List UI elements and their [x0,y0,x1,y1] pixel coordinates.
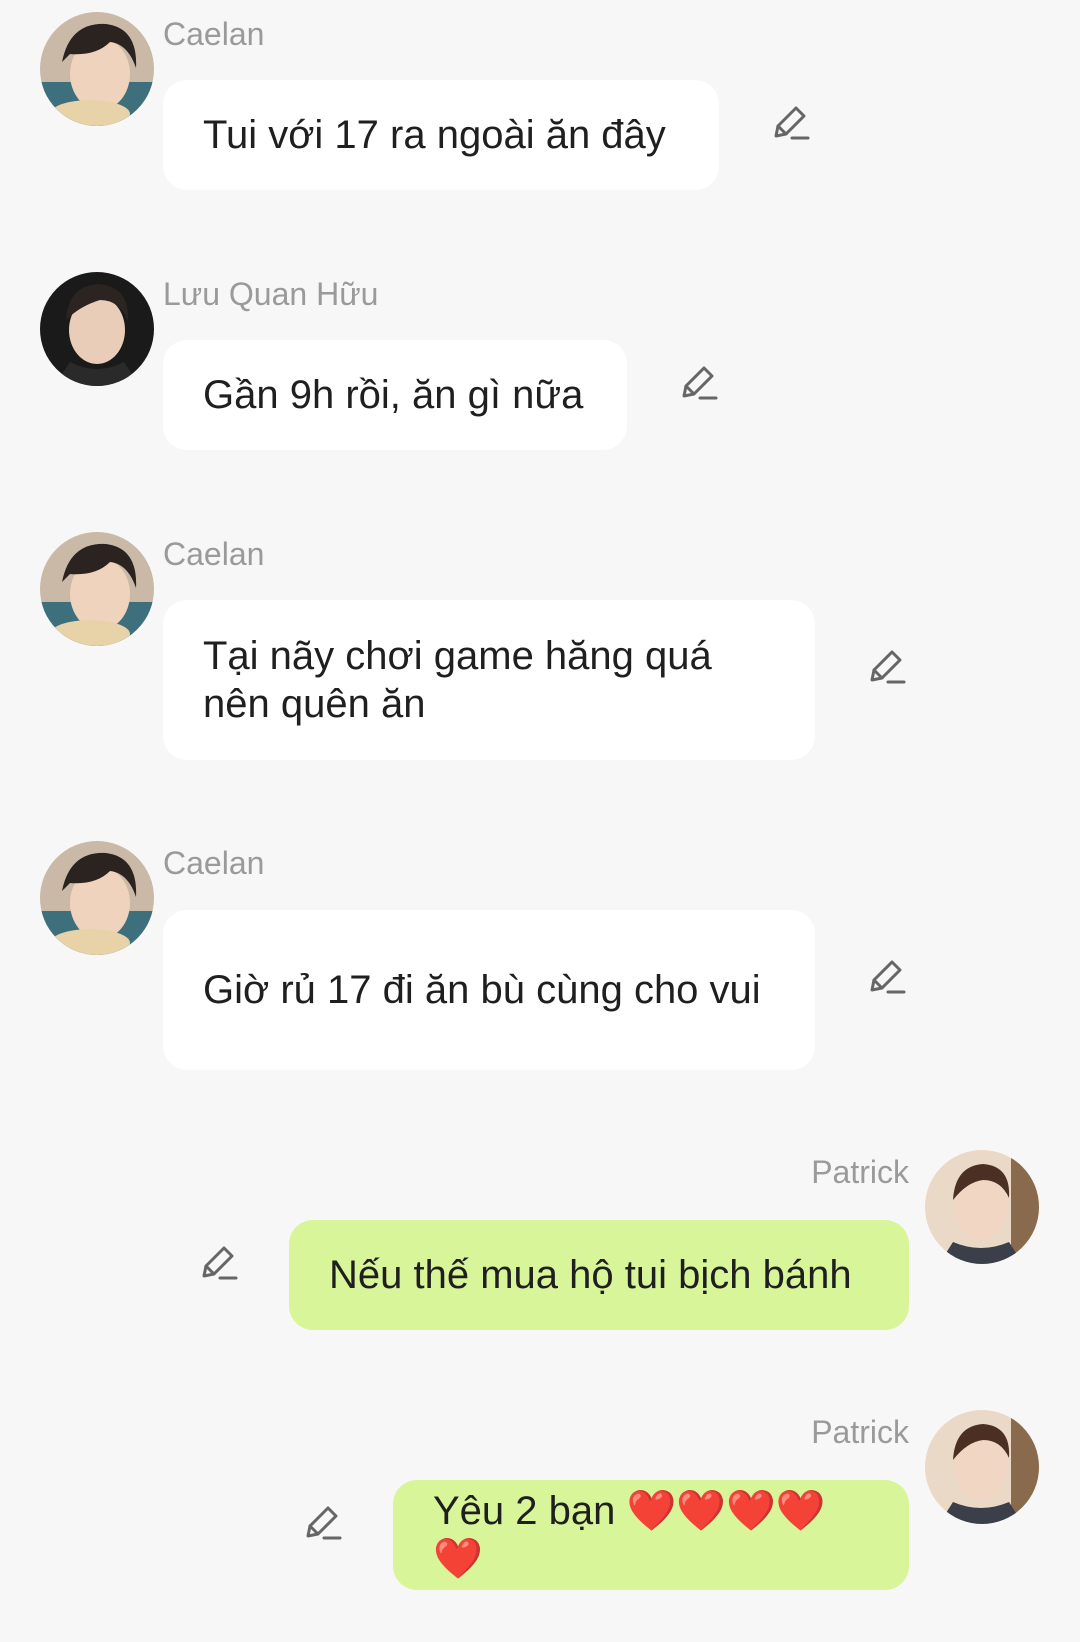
avatar-caelan[interactable] [40,841,154,955]
avatar-caelan[interactable] [40,532,154,646]
pencil-edit-icon[interactable] [302,1504,342,1544]
message-text: Tui với 17 ra ngoài ăn đây [203,113,666,157]
pencil-edit-icon[interactable] [770,104,810,144]
message-text: Giờ rủ 17 đi ăn bù cùng cho vui [203,968,761,1012]
pencil-edit-icon[interactable] [866,648,906,688]
sender-name: Lưu Quan Hữu [163,276,379,312]
message-bubble[interactable]: Nếu thế mua hộ tui bịch bánh [289,1220,909,1330]
message-bubble[interactable]: Tui với 17 ra ngoài ăn đây [163,80,719,190]
sender-name: Patrick [811,1414,909,1450]
message-bubble[interactable]: Tại nãy chơi game hăng quá nên quên ăn [163,600,815,760]
sender-name: Caelan [163,536,265,572]
avatar-caelan[interactable] [40,12,154,126]
sender-name: Patrick [811,1154,909,1190]
message-bubble[interactable]: Gần 9h rồi, ăn gì nữa [163,340,627,450]
message-text: Nếu thế mua hộ tui bịch bánh [329,1253,852,1297]
message-bubble[interactable]: Giờ rủ 17 đi ăn bù cùng cho vui [163,910,815,1070]
message-text: Tại nãy chơi game hăng quá nên quên ăn [203,634,712,726]
message-text: Gần 9h rồi, ăn gì nữa [203,373,584,417]
pencil-edit-icon[interactable] [866,958,906,998]
avatar-luu-quan-huu[interactable] [40,272,154,386]
pencil-edit-icon[interactable] [198,1244,238,1284]
avatar-patrick[interactable] [925,1410,1039,1524]
sender-name: Caelan [163,16,265,52]
avatar-patrick[interactable] [925,1150,1039,1264]
message-bubble[interactable]: Yêu 2 bạn ❤️❤️❤️❤️❤️ [393,1480,909,1590]
sender-name: Caelan [163,845,265,881]
message-text: Yêu 2 bạn ❤️❤️❤️❤️❤️ [433,1489,826,1581]
pencil-edit-icon[interactable] [678,364,718,404]
